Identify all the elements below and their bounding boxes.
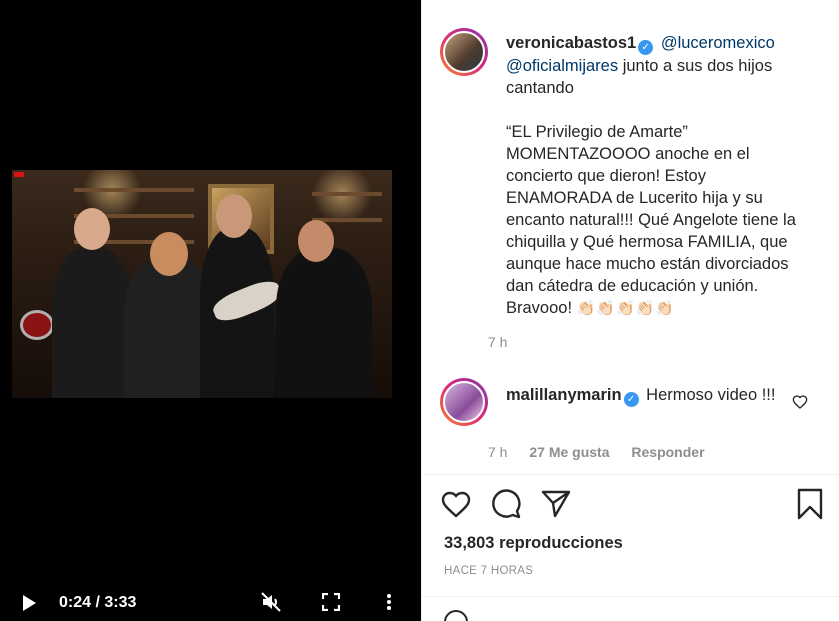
verified-icon: ✓ xyxy=(623,392,639,407)
fullscreen-button[interactable] xyxy=(321,592,341,612)
mention-link[interactable]: @luceromexico xyxy=(661,34,775,52)
play-button[interactable] xyxy=(20,594,38,612)
action-bar xyxy=(440,488,830,522)
views-number: 33,803 xyxy=(444,534,495,552)
caption-text: veronicabastos1 ✓ @luceromexico @oficialm… xyxy=(506,32,806,320)
reply-button[interactable]: Responder xyxy=(631,444,704,460)
performer-head xyxy=(150,232,188,276)
like-comment-heart-icon[interactable] xyxy=(792,394,808,410)
video-player[interactable]: 0:24 / 3:33 xyxy=(0,0,421,621)
mention-link[interactable]: @oficialmijares xyxy=(506,57,618,75)
comment-username[interactable]: malillanymarin xyxy=(506,386,622,404)
fullscreen-icon xyxy=(322,593,340,611)
divider xyxy=(422,596,839,597)
comment-text: malillanymarin ✓ Hermoso video !!! xyxy=(506,384,796,407)
time-display: 0:24 / 3:33 xyxy=(59,594,137,611)
scene-shelf xyxy=(74,188,194,192)
caption-paragraph: “EL Privilegio de Amarte” MOMENTAZOOOO a… xyxy=(506,123,796,317)
comment-time[interactable]: 7 h xyxy=(488,444,507,460)
comment-likes[interactable]: 27 Me gusta xyxy=(529,444,609,460)
divider xyxy=(422,474,839,475)
share-icon[interactable] xyxy=(540,488,572,520)
performer-head xyxy=(74,208,110,250)
mute-button[interactable] xyxy=(260,591,282,613)
views-label: reproducciones xyxy=(499,534,623,552)
like-heart-icon[interactable] xyxy=(440,488,472,520)
post-timestamp[interactable]: HACE 7 HORAS xyxy=(444,565,533,577)
verified-icon: ✓ xyxy=(638,40,654,55)
comment-icon[interactable] xyxy=(490,488,522,520)
more-options-button[interactable] xyxy=(384,592,394,612)
performer-head xyxy=(216,194,252,238)
emoji-icon[interactable] xyxy=(444,610,468,621)
caption-meta: 7 h xyxy=(488,334,525,350)
comment-meta: 7 h 27 Me gusta Responder xyxy=(488,444,723,460)
scene-shelf xyxy=(312,192,382,196)
bookmark-icon[interactable] xyxy=(794,488,826,520)
play-icon xyxy=(23,595,36,611)
mute-icon xyxy=(261,592,281,612)
live-badge xyxy=(14,172,24,177)
caption-time[interactable]: 7 h xyxy=(488,334,507,350)
video-frame[interactable] xyxy=(12,170,392,398)
avatar[interactable] xyxy=(440,378,488,426)
more-icon xyxy=(387,594,391,610)
performer xyxy=(276,248,372,398)
caption-username[interactable]: veronicabastos1 xyxy=(506,34,636,52)
comments-panel: veronicabastos1 ✓ @luceromexico @oficialm… xyxy=(421,0,839,621)
comment-body: Hermoso video !!! xyxy=(646,386,776,404)
performer-head xyxy=(298,220,334,262)
clap-emoji: 👏🏻👏🏻👏🏻👏🏻👏🏻 xyxy=(576,300,676,317)
views-count[interactable]: 33,803 reproducciones xyxy=(444,534,623,553)
avatar[interactable] xyxy=(440,28,488,76)
scene-drum xyxy=(20,310,54,340)
performer xyxy=(52,248,132,398)
